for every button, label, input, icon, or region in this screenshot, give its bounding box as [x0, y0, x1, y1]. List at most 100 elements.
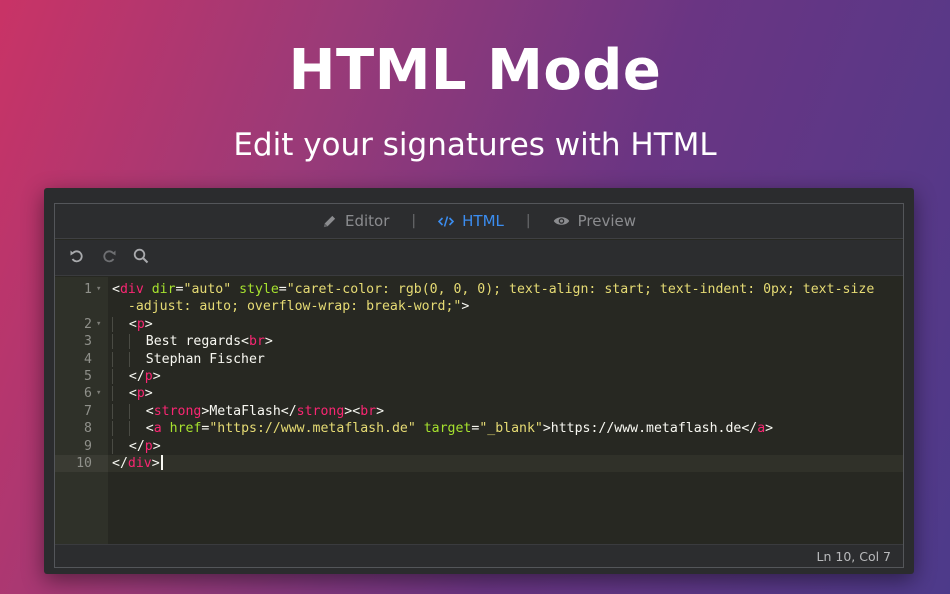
code-token: br — [360, 403, 377, 419]
code-token: dir — [143, 282, 176, 297]
indent-guide — [128, 403, 146, 419]
indent-guide — [112, 316, 129, 332]
line-number: 4 — [84, 351, 92, 367]
code-editor-panel: Editor | HTML | Preview 1 ▾ <div dir="au… — [54, 203, 904, 568]
code-token: < — [112, 282, 120, 297]
indent-guide — [112, 368, 129, 384]
code-token: < — [145, 421, 154, 437]
hero-subtitle: Edit your signatures with HTML — [233, 127, 717, 163]
code-text: -adjust: auto; overflow-wrap: break-word… — [112, 298, 469, 315]
tab-html-label: HTML — [462, 212, 504, 230]
code-token: p — [136, 316, 145, 332]
code-token: > — [376, 403, 385, 419]
code-token: a — [153, 421, 162, 437]
redo-icon — [101, 248, 117, 268]
code-text: <a href="https://www.metaflash.de" targe… — [112, 420, 773, 437]
code-token: </ — [128, 368, 145, 384]
pencil-icon — [322, 214, 337, 229]
code-line: 3 Best regards<br> — [55, 333, 903, 350]
code-token: > — [144, 386, 153, 402]
editor-toolbar — [55, 240, 903, 276]
line-number: 9 — [84, 438, 92, 454]
code-lines: 1 ▾ <div dir="auto" style="caret-color: rg… — [55, 281, 903, 473]
indent-guide — [112, 386, 129, 402]
indent-guide — [112, 421, 129, 437]
fold-arrow-icon[interactable]: ▾ — [96, 385, 106, 402]
status-bar: Ln 10, Col 7 — [55, 544, 903, 567]
line-number: 3 — [84, 334, 92, 350]
code-text: </p> — [112, 438, 161, 455]
code-token: </ — [112, 455, 128, 471]
code-token: "https://www.metaflash.de" — [209, 421, 416, 437]
line-number: 5 — [84, 368, 92, 384]
code-line: 6 ▾ <p> — [55, 385, 903, 402]
search-button[interactable] — [132, 248, 150, 268]
search-icon — [133, 248, 149, 268]
code-token: > — [152, 368, 161, 384]
code-text: <div dir="auto" style="caret-color: rgb(… — [112, 281, 874, 298]
code-token: < — [145, 403, 154, 419]
code-text: </div> — [112, 454, 163, 472]
tab-preview[interactable]: Preview — [549, 212, 640, 230]
redo-button[interactable] — [100, 249, 118, 267]
code-token: > — [264, 334, 273, 350]
code-token: p — [136, 386, 145, 402]
code-line: 1 ▾ <div dir="auto" style="caret-color: rg… — [55, 281, 903, 298]
hero-title: HTML Mode — [288, 38, 662, 103]
tab-separator: | — [411, 213, 417, 229]
indent-guide — [112, 438, 129, 454]
undo-button[interactable] — [68, 249, 86, 267]
code-token: href — [161, 421, 202, 437]
code-token: br — [249, 334, 265, 350]
code-token: style — [231, 282, 279, 297]
code-text: Stephan Fischer — [112, 351, 265, 368]
code-token: -adjust: auto; overflow-wrap: break-word… — [112, 299, 462, 315]
tab-preview-label: Preview — [577, 212, 636, 230]
tab-editor-label: Editor — [345, 212, 390, 230]
tab-editor[interactable]: Editor — [318, 212, 393, 230]
code-token: </ — [128, 438, 145, 454]
code-text: <p> — [112, 385, 153, 402]
code-token: < — [128, 316, 137, 332]
indent-guide — [128, 351, 146, 367]
code-area[interactable]: 1 ▾ <div dir="auto" style="caret-color: rg… — [55, 277, 903, 544]
code-icon — [438, 215, 455, 228]
code-text: <strong>MetaFlash</strong><br> — [112, 403, 384, 420]
code-token: Stephan Fischer — [145, 351, 265, 367]
code-text: <p> — [112, 316, 153, 333]
code-line: 5 </p> — [55, 368, 903, 385]
tab-html[interactable]: HTML — [434, 212, 508, 230]
code-token: a — [757, 421, 766, 437]
tab-separator: | — [525, 213, 531, 229]
code-token: p — [144, 368, 153, 384]
indent-guide — [112, 403, 129, 419]
undo-icon — [69, 248, 85, 268]
code-line: 2 ▾ <p> — [55, 316, 903, 333]
code-token: p — [144, 438, 153, 454]
code-token: div — [127, 455, 152, 471]
cursor-position: Ln 10, Col 7 — [816, 549, 892, 564]
line-number — [55, 298, 108, 315]
fold-arrow-icon[interactable]: ▾ — [96, 281, 106, 298]
code-token: >https://www.metaflash.de</ — [542, 421, 758, 437]
code-line: -adjust: auto; overflow-wrap: break-word… — [55, 298, 903, 315]
code-token: > — [152, 438, 161, 454]
code-token: = — [175, 282, 184, 297]
indent-guide — [112, 334, 129, 350]
code-line: 10 </div> — [55, 454, 903, 473]
code-token: strong — [296, 403, 345, 419]
code-token: div — [119, 282, 144, 297]
code-token: > — [144, 316, 153, 332]
code-token: "auto" — [183, 282, 232, 297]
fold-arrow-icon[interactable]: ▾ — [96, 316, 106, 333]
app-window: Editor | HTML | Preview 1 ▾ <div dir="au… — [44, 188, 914, 574]
code-token: strong — [153, 403, 202, 419]
mode-tab-bar: Editor | HTML | Preview — [55, 204, 903, 239]
code-line: 9 </p> — [55, 438, 903, 455]
code-token: > — [765, 421, 774, 437]
text-cursor — [160, 454, 163, 470]
code-token: target — [415, 421, 472, 437]
code-token: "_blank" — [479, 421, 543, 437]
code-token: < — [128, 386, 137, 402]
code-text: </p> — [112, 368, 161, 385]
